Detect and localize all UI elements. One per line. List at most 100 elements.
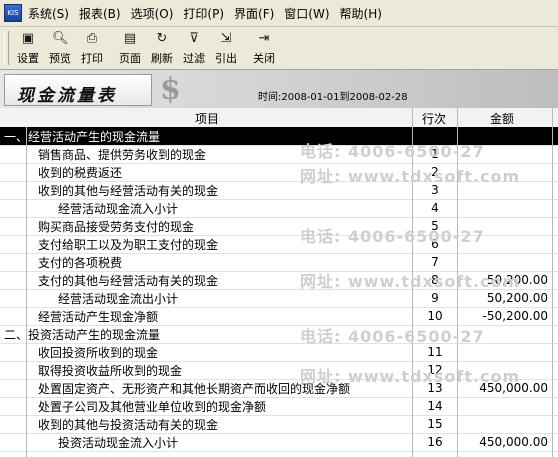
row-item-label: 经营活动现金流出小计 xyxy=(58,292,179,306)
menu-print[interactable]: 打印(P) xyxy=(183,5,224,22)
close-button[interactable]: ⇥ 关闭 xyxy=(249,27,279,66)
preview-button[interactable]: 🔍︎ 预览 xyxy=(45,27,75,66)
table-row[interactable]: 支付给职工以及为职工支付的现金 6 xyxy=(0,235,558,253)
column-header-item[interactable]: 项目 xyxy=(195,110,219,127)
refresh-label: 刷新 xyxy=(151,52,173,65)
dollar-icon: $ xyxy=(160,72,181,107)
row-gridline xyxy=(0,451,558,452)
row-item-label: 支付的各项税费 xyxy=(38,256,123,270)
row-amount: 450,000.00 xyxy=(479,381,548,395)
page-icon: ▤ xyxy=(123,31,137,46)
table-row[interactable]: 支付的各项税费 7 xyxy=(0,253,558,271)
preview-label: 预览 xyxy=(49,52,71,65)
export-icon: ⇲ xyxy=(220,31,232,46)
menu-options[interactable]: 选项(O) xyxy=(131,5,174,22)
settings-label: 设置 xyxy=(17,52,39,65)
row-item-label: 处置子公司及其他营业单位收到的现金净额 xyxy=(38,400,267,414)
table-row[interactable]: 处置固定资产、无形资产和其他长期资产而收回的现金净额 13 450,000.00 xyxy=(0,379,558,397)
table-row[interactable]: 取得投资收益所收到的现金 12 xyxy=(0,361,558,379)
table-row[interactable]: 收到的其他与经营活动有关的现金 3 xyxy=(0,181,558,199)
row-line-number: 14 xyxy=(427,399,443,413)
row-line-number: 8 xyxy=(431,273,439,287)
refresh-button[interactable]: ↻ 刷新 xyxy=(147,27,177,66)
filter-label: 过滤 xyxy=(183,52,205,65)
row-line-number: 1 xyxy=(431,147,439,161)
settings-icon: ▣ xyxy=(21,31,35,46)
refresh-icon: ↻ xyxy=(156,31,168,46)
print-button[interactable]: ⎙ 打印 xyxy=(77,27,107,66)
row-line-number: 2 xyxy=(431,165,439,179)
preview-icon: 🔍︎ xyxy=(52,31,69,46)
export-button[interactable]: ⇲ 引出 xyxy=(211,27,241,66)
column-divider xyxy=(412,108,413,457)
row-line-number: 6 xyxy=(431,237,439,251)
table-row[interactable]: 购买商品接受劳务支付的现金 5 xyxy=(0,217,558,235)
row-line-number: 10 xyxy=(427,309,443,323)
row-amount: 50,200.00 xyxy=(486,273,548,287)
settings-button[interactable]: ▣ 设置 xyxy=(13,27,43,66)
row-item-label: 收回投资所收到的现金 xyxy=(38,346,159,360)
row-line-number: 16 xyxy=(427,435,443,449)
table-row[interactable]: 收到的税费返还 2 xyxy=(0,163,558,181)
report-title-box: 现金流量表 xyxy=(4,74,152,106)
table-row[interactable]: 收回投资所收到的现金 11 xyxy=(0,343,558,361)
report-time-range: 时间:2008-01-01到2008-02-28 xyxy=(258,92,408,103)
table-row[interactable]: 一、经营活动产生的现金流量 xyxy=(0,127,558,145)
row-item-label: 二、投资活动产生的现金流量 xyxy=(4,328,161,342)
table-row[interactable]: 经营活动现金流出小计 9 50,200.00 xyxy=(0,289,558,307)
row-item-label: 支付的其他与经营活动有关的现金 xyxy=(38,274,219,288)
table-row[interactable]: 经营活动产生现金净额 10 -50,200.00 xyxy=(0,307,558,325)
table-header: 项目 行次 金额 xyxy=(0,108,558,128)
column-header-amount[interactable]: 金额 xyxy=(490,110,514,127)
row-item-label: 收到的税费返还 xyxy=(38,166,123,180)
row-item-label: 经营活动产生现金净额 xyxy=(38,310,159,324)
row-line-number: 12 xyxy=(427,363,443,377)
column-divider xyxy=(457,108,458,457)
cash-flow-table[interactable]: 项目 行次 金额 一、经营活动产生的现金流量销售商品、提供劳务收到的现金 1 收到的… xyxy=(0,108,558,457)
row-item-label: 收到的其他与经营活动有关的现金 xyxy=(38,184,219,198)
row-line-number: 13 xyxy=(427,381,443,395)
row-line-number: 4 xyxy=(431,201,439,215)
row-item-label: 收到的其他与投资活动有关的现金 xyxy=(38,418,219,432)
table-row[interactable]: 处置子公司及其他营业单位收到的现金净额 14 xyxy=(0,397,558,415)
export-label: 引出 xyxy=(215,52,237,65)
table-row[interactable]: 二、投资活动产生的现金流量 xyxy=(0,325,558,343)
page-button[interactable]: ▤ 页面 xyxy=(115,27,145,66)
row-item-label: 处置固定资产、无形资产和其他长期资产而收回的现金净额 xyxy=(38,382,351,396)
page-label: 页面 xyxy=(119,52,141,65)
row-line-number: 9 xyxy=(431,291,439,305)
row-line-number: 11 xyxy=(427,345,443,359)
close-label: 关闭 xyxy=(253,52,275,65)
toolbar-grip[interactable] xyxy=(4,31,9,65)
report-header: 现金流量表 $ 时间:2008-01-01到2008-02-28 xyxy=(0,70,558,109)
toolbar: ▣ 设置 🔍︎ 预览 ⎙ 打印 ▤ 页面 ↻ 刷新 ⊽ 过滤 ⇲ 引出 ⇥ 关闭 xyxy=(0,27,558,70)
row-item-label: 经营活动现金流入小计 xyxy=(58,202,179,216)
menu-bar: KIS 系统(S) 报表(B) 选项(O) 打印(P) 界面(F) 窗口(W) … xyxy=(0,0,558,27)
table-row[interactable]: 经营活动现金流入小计 4 xyxy=(0,199,558,217)
column-divider xyxy=(26,127,27,457)
table-row[interactable]: 投资活动现金流入小计 16 450,000.00 xyxy=(0,433,558,451)
row-line-number: 5 xyxy=(431,219,439,233)
row-line-number: 7 xyxy=(431,255,439,269)
menu-system[interactable]: 系统(S) xyxy=(28,5,69,22)
filter-button[interactable]: ⊽ 过滤 xyxy=(179,27,209,66)
table-row[interactable]: 支付的其他与经营活动有关的现金 8 50,200.00 xyxy=(0,271,558,289)
row-line-number: 3 xyxy=(431,183,439,197)
menu-interface[interactable]: 界面(F) xyxy=(234,5,274,22)
row-amount: 50,200.00 xyxy=(486,291,548,305)
table-row[interactable]: 销售商品、提供劳务收到的现金 1 xyxy=(0,145,558,163)
close-icon: ⇥ xyxy=(258,31,270,46)
row-item-label: 支付给职工以及为职工支付的现金 xyxy=(38,238,219,252)
table-row[interactable]: 收到的其他与投资活动有关的现金 15 xyxy=(0,415,558,433)
row-line-number: 15 xyxy=(427,417,443,431)
print-label: 打印 xyxy=(81,52,103,65)
menu-report[interactable]: 报表(B) xyxy=(79,5,121,22)
print-icon: ⎙ xyxy=(86,31,98,46)
menu-help[interactable]: 帮助(H) xyxy=(340,5,382,22)
column-header-line[interactable]: 行次 xyxy=(422,110,446,127)
row-item-label: 销售商品、提供劳务收到的现金 xyxy=(38,148,207,162)
row-amount: 450,000.00 xyxy=(479,435,548,449)
column-divider xyxy=(552,108,553,457)
menu-window[interactable]: 窗口(W) xyxy=(284,5,329,22)
row-item-label: 购买商品接受劳务支付的现金 xyxy=(38,220,195,234)
